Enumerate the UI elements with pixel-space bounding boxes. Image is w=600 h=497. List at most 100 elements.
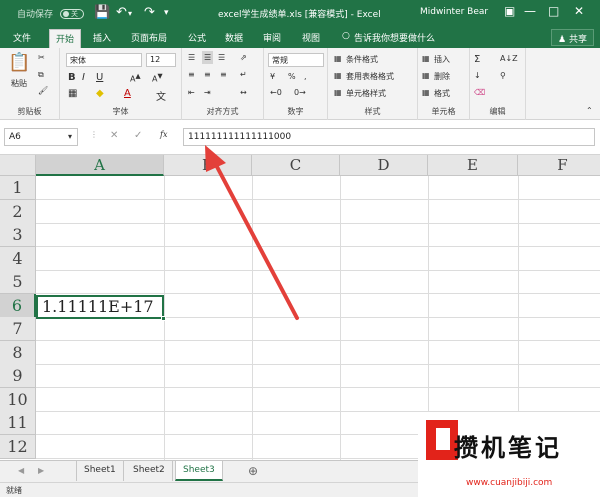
clear-icon[interactable]: ⌫ — [474, 88, 485, 97]
scroll-right-icon[interactable]: ▶ — [38, 466, 44, 475]
enter-icon[interactable]: ✓ — [134, 130, 142, 141]
increase-indent-icon[interactable]: ⇥ — [204, 88, 211, 97]
ribbon-display-icon[interactable]: ▣ — [504, 4, 515, 18]
tab-data[interactable]: 数据 — [225, 31, 243, 44]
copy-icon[interactable]: ⧉ — [38, 70, 44, 80]
row-header-4[interactable]: 4 — [0, 247, 36, 271]
cell-a6[interactable]: 1.11111E+17 — [36, 295, 164, 319]
row-header-8[interactable]: 8 — [0, 341, 36, 365]
tab-file[interactable]: 文件 — [13, 31, 31, 44]
font-grow-icon[interactable]: A▲ — [130, 72, 141, 84]
row-header-3[interactable]: 3 — [0, 223, 36, 247]
insert-cells-button[interactable]: 插入 — [434, 54, 450, 65]
row-header-5[interactable]: 5 — [0, 270, 36, 294]
maximize-icon[interactable]: □ — [548, 4, 559, 18]
row-header-12[interactable]: 12 — [0, 435, 36, 459]
bold-button[interactable]: B — [68, 72, 76, 83]
scroll-left-icon[interactable]: ◀ — [18, 466, 24, 475]
tab-formulas[interactable]: 公式 — [188, 31, 206, 44]
undo-icon[interactable]: ↶ — [116, 5, 127, 20]
italic-button[interactable]: I — [82, 72, 85, 83]
sheet-tab-sheet1[interactable]: Sheet1 — [76, 461, 124, 481]
format-cells-button[interactable]: 格式 — [434, 88, 450, 99]
insert-function-button[interactable]: fx — [160, 130, 167, 139]
underline-button[interactable]: U — [96, 72, 103, 83]
merge-center-icon[interactable]: ↔ — [240, 88, 247, 97]
column-header-f[interactable]: F — [518, 155, 600, 176]
row-header-2[interactable]: 2 — [0, 200, 36, 224]
add-sheet-icon[interactable]: ⊕ — [248, 464, 258, 478]
fill-icon[interactable]: ↓ — [474, 71, 481, 80]
phonetic-icon[interactable]: 文 — [156, 88, 166, 103]
font-name-select[interactable]: 宋体 — [66, 53, 142, 67]
decrease-decimal-icon[interactable]: 0→ — [294, 88, 306, 97]
formula-input[interactable]: 111111111111111000 — [183, 128, 595, 146]
close-icon[interactable]: ✕ — [574, 4, 584, 18]
share-label: 共享 — [568, 35, 587, 45]
collapse-ribbon-icon[interactable]: ⌃ — [586, 106, 593, 115]
column-header-b[interactable]: B — [164, 155, 252, 176]
select-all-button[interactable] — [0, 155, 36, 176]
tab-insert[interactable]: 插入 — [93, 31, 111, 44]
row-header-9[interactable]: 9 — [0, 364, 36, 388]
align-bottom-icon[interactable]: ☰ — [218, 53, 225, 62]
currency-icon[interactable]: ¥ — [270, 72, 275, 81]
sort-filter-icon[interactable]: A↓Z — [500, 54, 518, 63]
share-button[interactable]: ♟ 共享 — [551, 29, 594, 46]
comma-icon[interactable]: , — [304, 72, 307, 81]
name-box[interactable]: A6 — [4, 128, 78, 146]
tell-me-input[interactable]: 告诉我你想要做什么 — [354, 31, 435, 44]
redo-icon[interactable]: ↷ — [144, 5, 155, 20]
column-header-e[interactable]: E — [428, 155, 518, 176]
format-table-button[interactable]: 套用表格格式 — [346, 71, 394, 82]
cut-icon[interactable]: ✂ — [38, 53, 45, 62]
align-right-icon[interactable]: ≡ — [220, 70, 227, 79]
number-format-select[interactable]: 常规 — [268, 53, 324, 67]
border-icon[interactable]: ▦ — [68, 88, 77, 99]
decrease-indent-icon[interactable]: ⇤ — [188, 88, 195, 97]
font-color-icon[interactable]: A — [124, 88, 131, 99]
fill-color-icon[interactable]: ◆ — [96, 88, 104, 99]
column-header-a[interactable]: A — [36, 155, 164, 176]
sheet-tab-sheet2[interactable]: Sheet2 — [126, 461, 173, 481]
wrap-text-icon[interactable]: ↵ — [240, 70, 247, 79]
tab-home[interactable]: 开始 — [49, 29, 82, 48]
save-icon[interactable]: 💾 — [94, 5, 110, 20]
column-header-c[interactable]: C — [252, 155, 340, 176]
customize-qat-icon[interactable]: ▾ — [164, 8, 169, 18]
cell-styles-button[interactable]: 单元格样式 — [346, 88, 386, 99]
row-header-10[interactable]: 10 — [0, 388, 36, 412]
orientation-icon[interactable]: ⇗ — [240, 53, 247, 62]
align-middle-icon[interactable]: ☰ — [202, 51, 214, 64]
undo-dropdown-icon[interactable]: ▾ — [128, 9, 132, 18]
row-header-11[interactable]: 11 — [0, 411, 36, 435]
percent-icon[interactable]: % — [288, 72, 296, 81]
format-painter-icon[interactable]: 🖌 — [38, 86, 48, 95]
tab-page-layout[interactable]: 页面布局 — [131, 31, 167, 44]
increase-decimal-icon[interactable]: ←0 — [270, 88, 282, 97]
tab-review[interactable]: 审阅 — [263, 31, 281, 44]
paste-icon[interactable]: 📋 — [8, 52, 30, 73]
fill-handle[interactable] — [161, 316, 166, 321]
conditional-format-button[interactable]: 条件格式 — [346, 54, 378, 65]
autosum-icon[interactable]: Σ — [474, 54, 480, 65]
minimize-icon[interactable]: — — [524, 4, 536, 18]
delete-cells-button[interactable]: 删除 — [434, 71, 450, 82]
column-header-d[interactable]: D — [340, 155, 428, 176]
sheet-tab-sheet3[interactable]: Sheet3 — [175, 461, 223, 481]
cancel-icon[interactable]: ✕ — [110, 130, 118, 141]
find-select-icon[interactable]: ⚲ — [500, 71, 506, 80]
font-size-select[interactable]: 12 — [146, 53, 176, 67]
paste-button[interactable]: 粘贴 — [11, 78, 27, 89]
name-box-dropdown-icon[interactable]: ▾ — [68, 132, 72, 141]
row-header-7[interactable]: 7 — [0, 317, 36, 341]
gridline — [36, 223, 600, 224]
row-header-6[interactable]: 6 — [0, 294, 36, 318]
tab-view[interactable]: 视图 — [302, 31, 320, 44]
align-center-icon[interactable]: ≡ — [204, 70, 211, 79]
row-header-1[interactable]: 1 — [0, 176, 36, 200]
align-left-icon[interactable]: ≡ — [188, 70, 195, 79]
align-top-icon[interactable]: ☰ — [188, 53, 195, 62]
user-name[interactable]: Midwinter Bear — [420, 7, 488, 17]
font-shrink-icon[interactable]: A▼ — [152, 72, 163, 84]
